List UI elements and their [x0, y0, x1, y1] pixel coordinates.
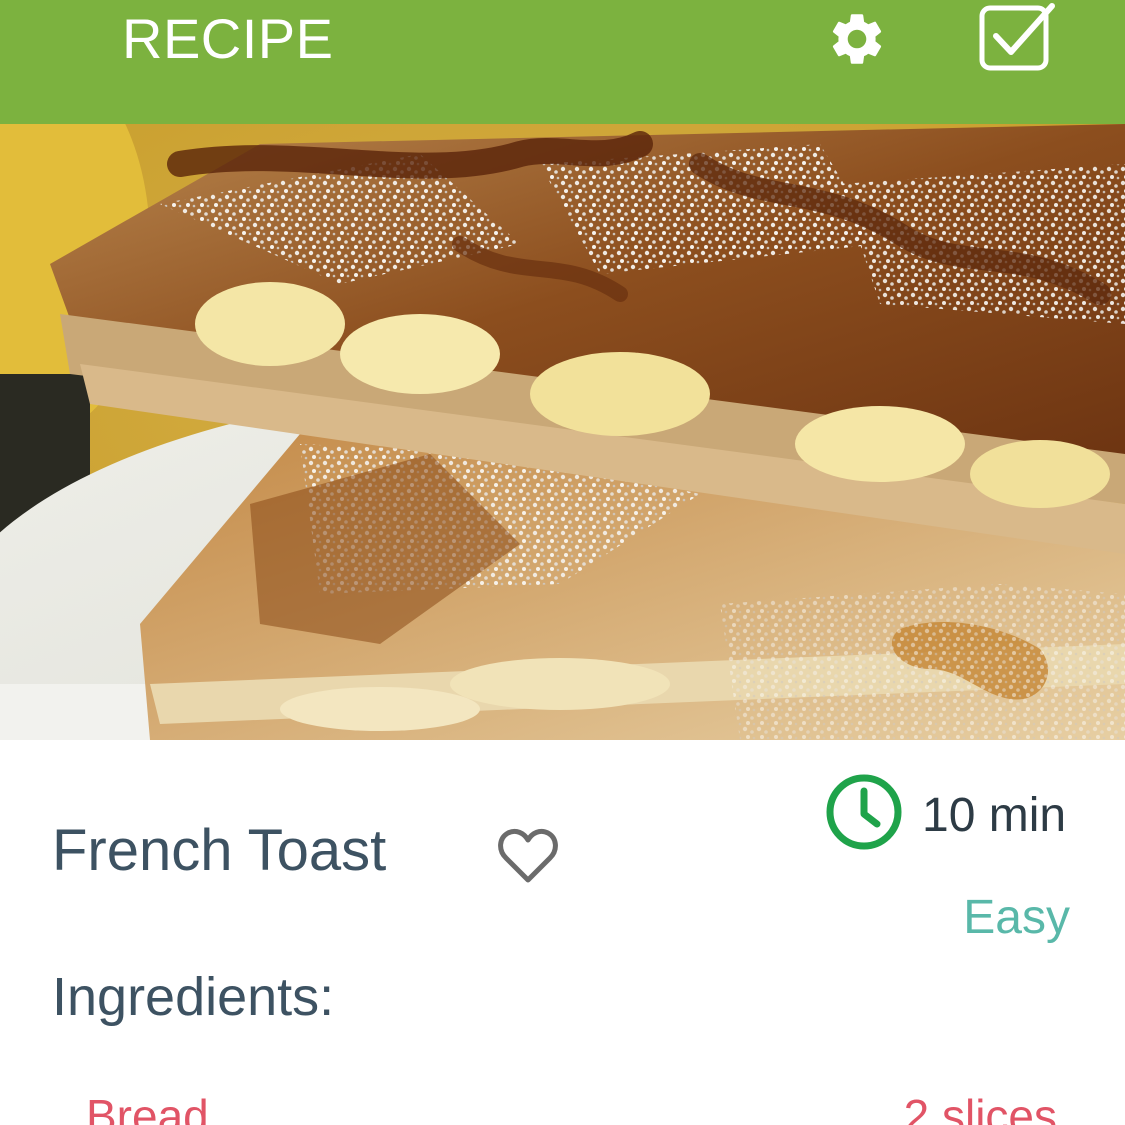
recipe-screen: RECIPE French Toast 10 min Easy Ingredie…: [0, 0, 1125, 1125]
checkbox-checked-icon[interactable]: [978, 0, 1058, 74]
ingredient-name: Bread: [86, 1090, 209, 1125]
cook-time: 10 min: [922, 789, 1067, 842]
header-title: RECIPE: [122, 7, 334, 70]
difficulty-label: Easy: [963, 891, 1070, 944]
ingredient-quantity: 2 slices: [903, 1090, 1057, 1125]
clock-icon: [823, 771, 905, 853]
gear-icon[interactable]: [826, 8, 888, 70]
recipe-title: French Toast: [52, 818, 387, 883]
app-header: RECIPE: [0, 0, 1125, 124]
ingredients-heading: Ingredients:: [52, 967, 335, 1027]
french-toast-photo: [0, 124, 1125, 740]
heart-outline-icon[interactable]: [496, 826, 560, 886]
